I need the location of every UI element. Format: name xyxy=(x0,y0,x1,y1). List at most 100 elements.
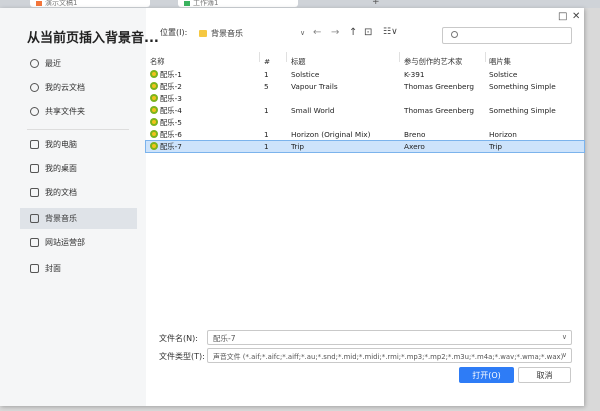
sidebar-item-label: 共享文件夹 xyxy=(45,107,85,116)
tab-label: 演示文稿1 xyxy=(45,0,78,7)
forward-icon[interactable]: → xyxy=(331,27,339,38)
column-header-name[interactable]: 名称 xyxy=(150,56,165,67)
table-row[interactable]: 配乐-7 1 Trip Axero Trip xyxy=(145,140,585,153)
cell-album: Horizon xyxy=(489,130,517,139)
maximize-icon[interactable]: □ xyxy=(558,11,567,22)
sidebar-item-cloud-docs[interactable]: 我的云文档 xyxy=(20,77,137,98)
column-header-title[interactable]: 标题 xyxy=(291,56,306,67)
audio-file-icon xyxy=(150,142,158,150)
sidebar-item-shared-folder[interactable]: 共享文件夹 xyxy=(20,101,137,122)
clock-icon xyxy=(30,59,39,68)
cell-title: Solstice xyxy=(291,70,320,79)
new-folder-icon[interactable]: ⊡ xyxy=(364,27,372,38)
sidebar-item-desktop[interactable]: 我的桌面 xyxy=(20,158,137,179)
view-mode-icon[interactable]: ☷∨ xyxy=(383,27,398,37)
tab-label: 工作簿1 xyxy=(193,0,219,7)
table-row[interactable]: 配乐-3 xyxy=(146,93,584,104)
browser-tab-strip: 演示文稿1 工作簿1 + xyxy=(0,0,600,8)
folder-icon xyxy=(30,238,39,247)
column-header-album[interactable]: 唱片集 xyxy=(489,56,511,67)
presentation-icon xyxy=(36,1,42,6)
sidebar-item-label: 封面 xyxy=(45,264,61,273)
cell-title: Trip xyxy=(291,142,305,151)
sidebar-item-label: 我的桌面 xyxy=(45,164,77,173)
folder-icon xyxy=(30,188,39,197)
table-row[interactable]: 配乐-2 5 Vapour Trails Thomas Greenberg Someth… xyxy=(146,81,584,92)
table-row[interactable]: 配乐-5 xyxy=(146,117,584,128)
cell-name: 配乐-2 xyxy=(160,82,182,91)
cell-num: 1 xyxy=(264,130,269,139)
cell-title: Vapour Trails xyxy=(291,82,338,91)
filename-field[interactable]: 配乐-7 ∨ xyxy=(207,330,572,345)
cell-name: 配乐-4 xyxy=(160,106,182,115)
table-row[interactable]: 配乐-6 1 Horizon (Original Mix) Breno Horizon xyxy=(146,129,584,140)
open-button[interactable]: 打开(O) xyxy=(459,367,514,383)
cell-album: Solstice xyxy=(489,70,518,79)
cell-album: Something Simple xyxy=(489,82,556,91)
audio-file-icon xyxy=(150,118,158,126)
share-icon xyxy=(30,107,39,116)
insert-audio-dialog: □ ✕ 从当前页插入背景音... 最近 我的云文档 共享文件夹 我的电脑 我的桌… xyxy=(0,8,585,406)
column-header-artist[interactable]: 参与创作的艺术家 xyxy=(404,56,462,67)
cell-artist: Thomas Greenberg xyxy=(404,82,474,91)
cell-name: 配乐-6 xyxy=(160,130,182,139)
sidebar-item-recent[interactable]: 最近 xyxy=(20,53,137,74)
cell-name: 配乐-3 xyxy=(160,94,182,103)
sidebar-item-label: 网站运营部 xyxy=(45,238,85,247)
filetype-select[interactable]: 声音文件 (*.aif;*.aifc;*.aiff;*.au;*.snd;*.m… xyxy=(207,348,572,363)
sidebar-item-label: 最近 xyxy=(45,59,61,68)
cell-num: 1 xyxy=(264,70,269,79)
cell-artist: K-391 xyxy=(404,70,425,79)
filetype-value: 声音文件 (*.aif;*.aifc;*.aiff;*.au;*.snd;*.m… xyxy=(213,353,564,361)
cell-album: Something Simple xyxy=(489,106,556,115)
cell-album: Trip xyxy=(489,142,503,151)
chevron-down-icon[interactable]: ∨ xyxy=(300,29,305,37)
new-tab-icon[interactable]: + xyxy=(372,0,380,7)
spreadsheet-icon xyxy=(184,1,190,6)
folder-icon xyxy=(199,29,207,37)
table-row[interactable]: 配乐-1 1 Solstice K-391 Solstice xyxy=(146,69,584,80)
cell-artist: Breno xyxy=(404,130,426,139)
sidebar-item-cover[interactable]: 封面 xyxy=(20,258,137,279)
sidebar-item-background-music[interactable]: 背景音乐 xyxy=(20,208,137,229)
current-folder: 背景音乐 xyxy=(211,28,243,38)
tab-workbook[interactable]: 工作簿1 xyxy=(178,0,298,7)
sidebar-item-label: 我的云文档 xyxy=(45,83,85,92)
sidebar-item-label: 我的电脑 xyxy=(45,140,77,149)
folder-icon xyxy=(30,264,39,273)
up-folder-icon[interactable]: ↑ xyxy=(349,27,357,38)
cell-num: 1 xyxy=(264,142,269,151)
audio-file-icon xyxy=(150,94,158,102)
computer-icon xyxy=(30,140,39,149)
sidebar-item-documents[interactable]: 我的文档 xyxy=(20,182,137,203)
desktop-icon xyxy=(30,164,39,173)
sidebar-divider xyxy=(27,129,129,130)
cell-name: 配乐-5 xyxy=(160,118,182,127)
chevron-down-icon[interactable]: ∨ xyxy=(562,351,567,359)
cancel-button[interactable]: 取消 xyxy=(518,367,571,383)
filename-value: 配乐-7 xyxy=(213,334,236,343)
table-header: 名称 # 标题 参与创作的艺术家 唱片集 xyxy=(146,56,584,67)
dialog-title: 从当前页插入背景音... xyxy=(27,31,159,46)
tab-presentation[interactable]: 演示文稿1 xyxy=(30,0,150,7)
sidebar-item-website-ops[interactable]: 网站运营部 xyxy=(20,232,137,253)
column-header-number[interactable]: # xyxy=(264,56,270,67)
cell-name: 配乐-7 xyxy=(160,142,182,151)
cell-artist: Thomas Greenberg xyxy=(404,106,474,115)
cell-num: 5 xyxy=(264,82,269,91)
location-label: 位置(I): xyxy=(160,28,188,37)
audio-file-icon xyxy=(150,106,158,114)
filename-label: 文件名(N): xyxy=(159,334,198,343)
audio-file-icon xyxy=(150,130,158,138)
close-icon[interactable]: ✕ xyxy=(572,11,580,22)
location-dropdown[interactable]: 背景音乐 xyxy=(197,25,307,41)
cell-title: Small World xyxy=(291,106,335,115)
chevron-down-icon[interactable]: ∨ xyxy=(562,333,567,341)
cell-name: 配乐-1 xyxy=(160,70,182,79)
sidebar: 从当前页插入背景音... 最近 我的云文档 共享文件夹 我的电脑 我的桌面 我的… xyxy=(0,8,159,406)
back-icon[interactable]: ← xyxy=(313,27,321,38)
table-row[interactable]: 配乐-4 1 Small World Thomas Greenberg Somethin… xyxy=(146,105,584,116)
cell-title: Horizon (Original Mix) xyxy=(291,130,371,139)
search-input[interactable] xyxy=(442,27,572,44)
sidebar-item-my-computer[interactable]: 我的电脑 xyxy=(20,134,137,155)
